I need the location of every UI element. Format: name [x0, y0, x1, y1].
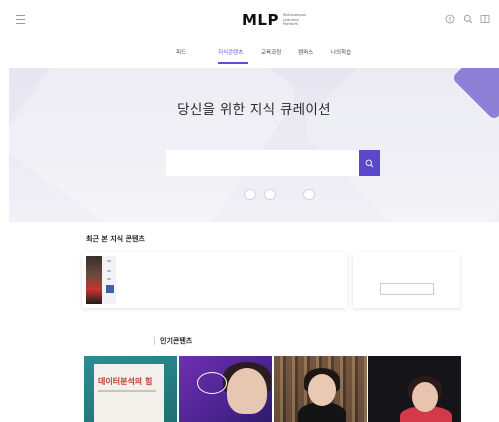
nav-active-indicator — [218, 62, 248, 64]
search-icon[interactable] — [463, 14, 473, 24]
book-cover: 데이터분석의 힘 — [94, 364, 164, 422]
popular-content-card[interactable] — [368, 356, 461, 422]
menu-icon[interactable] — [16, 15, 25, 24]
notification-icon[interactable] — [445, 14, 455, 24]
nav-item-feed[interactable]: 피드 — [176, 48, 186, 56]
search-icon — [365, 159, 374, 167]
content-thumbnail — [86, 256, 102, 304]
content-meta-strip — [102, 256, 116, 304]
popular-section-title: 인기콘텐츠 — [160, 337, 193, 345]
view-content-button[interactable] — [380, 283, 434, 295]
logo-subtext: Multicampus Learning Platform — [282, 13, 306, 27]
more-content-card — [353, 252, 460, 308]
hero-title: 당신을 위한 지식 큐레이션 — [177, 102, 331, 118]
speech-bubble — [197, 372, 227, 394]
popular-content-card[interactable] — [274, 356, 367, 422]
logo[interactable]: MLP Multicampus Learning Platform — [242, 11, 313, 29]
bookmark-icon[interactable] — [480, 14, 490, 24]
hero-decoration — [9, 68, 303, 222]
divider — [154, 337, 155, 345]
nav-item-my-learning[interactable]: 나의학습 — [331, 48, 351, 56]
popular-content-card[interactable] — [179, 356, 272, 422]
main-nav: 피드 지식콘텐츠 교육과정 캠퍼스 나의학습 — [0, 40, 499, 64]
book-subtitle-line — [98, 390, 156, 392]
logo-mark: MLP — [242, 11, 279, 29]
keyword-chip[interactable] — [303, 189, 315, 200]
nav-item-courses[interactable]: 교육과정 — [261, 48, 281, 56]
speaker-face — [308, 374, 336, 406]
speaker-face — [227, 368, 267, 414]
recent-section-title: 최근 본 지식 콘텐츠 — [86, 235, 145, 243]
content-badge — [106, 285, 114, 293]
popular-card-title: 데이터분석의 힘 — [98, 377, 153, 386]
nav-item-campus[interactable]: 캠퍼스 — [298, 48, 313, 56]
recent-content-card[interactable] — [82, 252, 347, 308]
speaker-face — [412, 382, 438, 412]
keyword-chip[interactable] — [264, 189, 276, 200]
hero-banner: 당신을 위한 지식 큐레이션 — [9, 68, 499, 222]
popular-content-card[interactable]: 데이터분석의 힘 — [84, 356, 177, 422]
nav-item-knowledge-content[interactable]: 지식콘텐츠 — [218, 48, 243, 56]
search-button[interactable] — [359, 150, 380, 176]
search-input[interactable] — [166, 150, 359, 176]
top-header: MLP Multicampus Learning Platform — [0, 0, 499, 40]
keyword-chip[interactable] — [244, 189, 256, 200]
